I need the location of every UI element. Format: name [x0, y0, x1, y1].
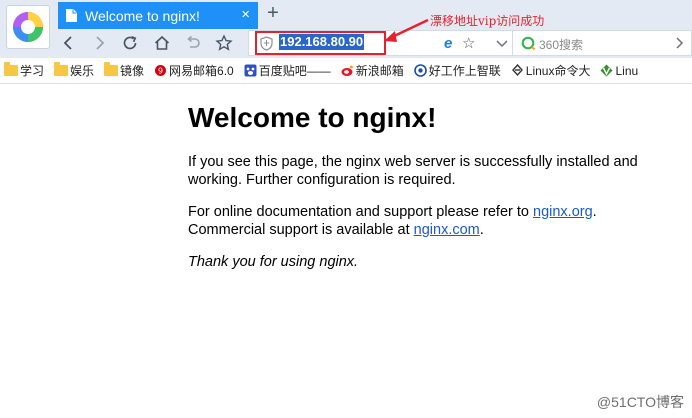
- ie-compat-icon[interactable]: e: [444, 35, 452, 52]
- undo-icon: [187, 35, 200, 48]
- home-button[interactable]: [151, 32, 173, 54]
- bookmark-label: 百度贴吧——: [258, 64, 331, 78]
- folder-icon: [4, 62, 18, 76]
- docs-paragraph: For online documentation and support ple…: [188, 203, 668, 239]
- reload-icon: [123, 36, 137, 50]
- thanks-text: Thank you for using nginx.: [188, 254, 359, 270]
- browser-toolbar: Welcome to nginx! × + 192.168.80.90 e ☆: [0, 0, 692, 58]
- bookmark-item[interactable]: 百度贴吧——: [244, 62, 331, 79]
- star-icon: [215, 34, 233, 51]
- nginx-com-link[interactable]: nginx.com: [414, 222, 480, 238]
- sina-icon: [341, 65, 353, 76]
- nginx-org-link[interactable]: nginx.org: [533, 204, 593, 220]
- bookmark-item[interactable]: 好工作上智联: [413, 62, 501, 79]
- folder-icon: [54, 62, 69, 76]
- support-text: Commercial support is available at: [188, 222, 414, 238]
- bookmark-label: 娱乐: [70, 64, 95, 78]
- bookmark-item[interactable]: 新浪邮箱: [341, 62, 404, 79]
- bookmark-label: 镜像: [120, 64, 145, 78]
- chevron-right-icon[interactable]: [673, 35, 685, 51]
- vim-icon: [600, 64, 613, 77]
- bookmark-label: 新浪邮箱: [355, 64, 404, 78]
- search-box[interactable]: 360搜索: [513, 30, 692, 56]
- intro-paragraph: If you see this page, the nginx web serv…: [188, 154, 638, 188]
- baidu-icon: [244, 64, 257, 77]
- search-input[interactable]: 360搜索: [539, 36, 583, 53]
- bookmark-item[interactable]: 镜像: [104, 62, 144, 79]
- back-arrow-icon: [63, 36, 72, 50]
- svg-text:9: 9: [158, 67, 163, 76]
- new-tab-button[interactable]: +: [262, 3, 284, 25]
- bookmark-item[interactable]: 学习: [4, 62, 44, 79]
- browser-logo-icon[interactable]: [6, 5, 50, 49]
- back-button[interactable]: [58, 32, 80, 54]
- docs-text: For online documentation and support ple…: [188, 204, 533, 220]
- folder-icon: [104, 62, 119, 76]
- annotation-arrow-icon: [384, 18, 429, 42]
- home-icon: [154, 35, 170, 50]
- url-text[interactable]: 192.168.80.90: [279, 34, 365, 50]
- undo-close-button[interactable]: [182, 32, 204, 54]
- tab-active[interactable]: Welcome to nginx! ×: [58, 2, 258, 29]
- linux-icon: [511, 64, 523, 77]
- page-heading: Welcome to nginx!: [188, 102, 437, 133]
- search-icon: [521, 36, 536, 51]
- bookmark-item[interactable]: Linu: [600, 64, 638, 78]
- favorite-star-icon[interactable]: ☆: [462, 34, 475, 52]
- docs-punct: .: [592, 204, 597, 220]
- watermark: @51CTO博客: [596, 394, 684, 410]
- annotation-text: 漂移地址vip访问成功: [430, 14, 545, 28]
- bookmark-item[interactable]: 9 网易邮箱6.0: [154, 62, 234, 79]
- reload-button[interactable]: [119, 32, 141, 54]
- bookmark-item[interactable]: Linux命令大: [511, 62, 591, 79]
- chevron-down-icon[interactable]: [495, 36, 509, 50]
- close-tab-icon[interactable]: ×: [241, 6, 250, 24]
- bookmark-label: Linu: [615, 63, 639, 78]
- bookmark-star-button[interactable]: [213, 32, 235, 54]
- bookmark-label: 网易邮箱6.0: [169, 64, 234, 78]
- support-punct: .: [479, 222, 484, 238]
- zhaopin-icon: [413, 64, 427, 77]
- netease-icon: 9: [155, 65, 167, 76]
- tab-title: Welcome to nginx!: [85, 7, 200, 24]
- bookmark-label: 好工作上智联: [428, 64, 501, 78]
- bookmark-item[interactable]: 娱乐: [54, 62, 94, 79]
- bookmarks-bar: 学习 娱乐 镜像 9 网易邮箱6.0 百度贴吧—— 新浪邮箱 好工作上智联 Li…: [0, 58, 692, 84]
- page-content: Welcome to nginx! If you see this page, …: [188, 100, 668, 285]
- forward-button[interactable]: [88, 32, 110, 54]
- forward-arrow-icon: [96, 36, 105, 50]
- bookmark-label: Linux命令大: [525, 64, 591, 78]
- bookmark-label: 学习: [20, 64, 45, 78]
- page-icon: [66, 9, 77, 22]
